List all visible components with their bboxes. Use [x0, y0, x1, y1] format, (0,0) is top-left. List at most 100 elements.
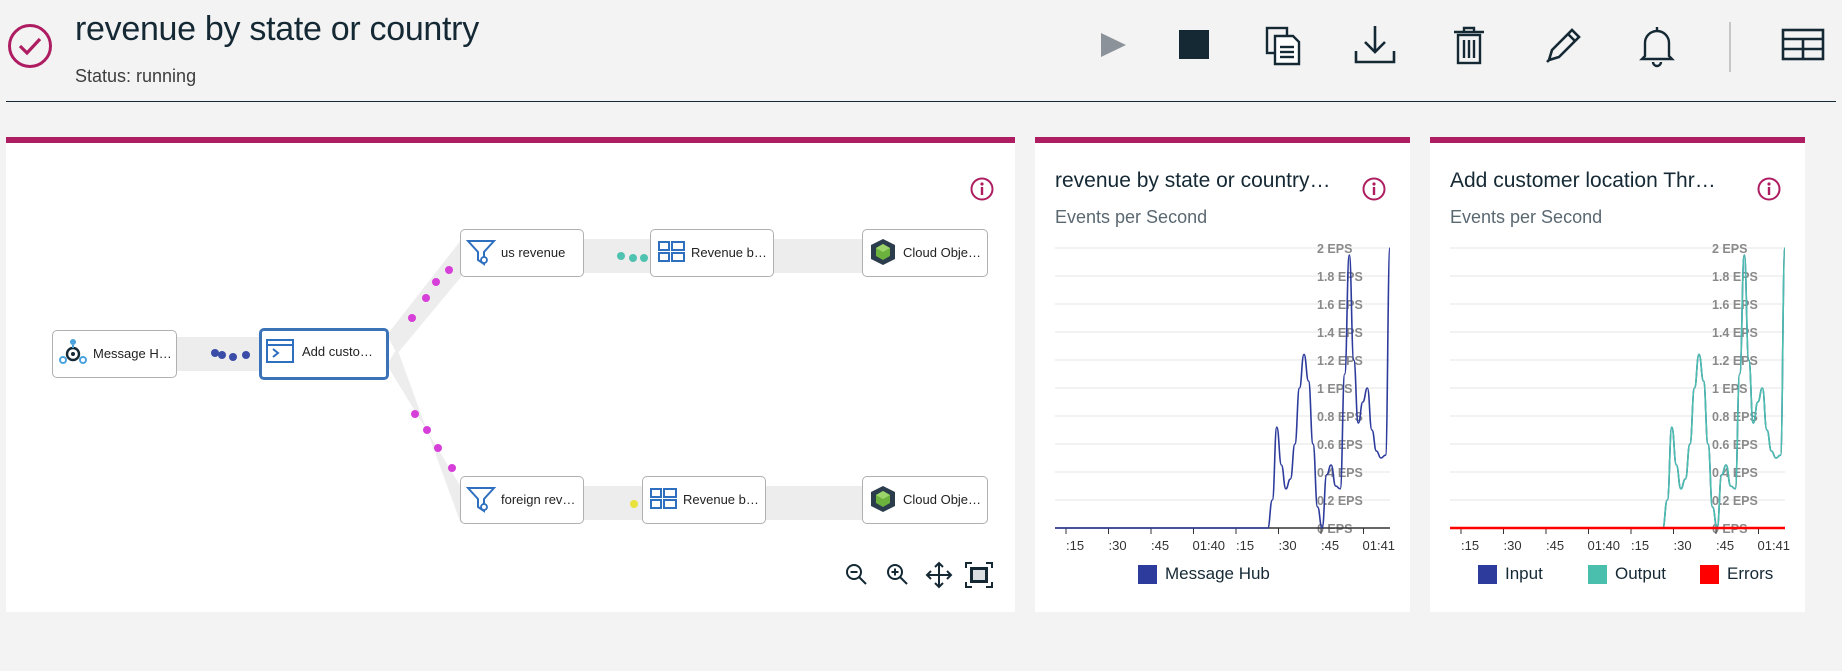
tuple-dot — [640, 254, 648, 262]
y-tick-label: 1.6 EPS — [1712, 298, 1758, 312]
layout-button[interactable] — [1778, 20, 1828, 70]
tuple-dot — [411, 410, 419, 418]
legend-item-input: Input — [1478, 564, 1543, 586]
layout-icon — [1781, 28, 1825, 61]
tuple-dot — [445, 266, 453, 274]
x-tick-label: 01:40 — [1193, 538, 1226, 553]
y-tick-label: 1.8 EPS — [1317, 270, 1363, 284]
fit-screen-icon — [965, 562, 993, 588]
x-tick-label: :15 — [1631, 538, 1649, 553]
tuple-dot — [229, 353, 237, 361]
delete-button[interactable] — [1444, 20, 1494, 70]
node-label: foreign reven… — [501, 492, 579, 507]
copy-button[interactable] — [1257, 20, 1307, 70]
y-tick-label: 0.6 EPS — [1317, 438, 1363, 452]
legend-swatch — [1588, 564, 1607, 584]
x-tick-label: :45 — [1716, 538, 1734, 553]
download-button[interactable] — [1350, 20, 1400, 70]
page-title: revenue by state or country — [75, 10, 479, 48]
tuple-dot — [432, 278, 440, 286]
y-tick-label: 0.4 EPS — [1317, 466, 1363, 480]
node-revenue-by-2[interactable]: Revenue by … — [642, 476, 766, 524]
edit-button[interactable] — [1538, 20, 1588, 70]
y-tick-label: 0.6 EPS — [1712, 438, 1758, 452]
node-cloud-object-2[interactable]: Cloud Objec… — [862, 476, 988, 524]
node-label: Cloud Objec… — [903, 492, 983, 507]
y-tick-label: 2 EPS — [1317, 242, 1352, 256]
node-revenue-by-1[interactable]: Revenue by … — [650, 229, 774, 277]
node-label: Revenue by … — [683, 492, 761, 507]
play-icon — [1101, 33, 1126, 57]
fit-to-screen-button[interactable] — [964, 560, 994, 590]
chart-panel-add-customer: Add customer location Thr… Events per Se… — [1430, 137, 1805, 612]
cloud-object-storage-icon — [871, 486, 895, 512]
y-tick-label: 1.6 EPS — [1317, 298, 1363, 312]
stop-button[interactable] — [1170, 20, 1220, 70]
zoom-out-icon — [846, 564, 867, 585]
y-tick-label: 0.8 EPS — [1317, 410, 1363, 424]
y-tick-label: 0.8 EPS — [1712, 410, 1758, 424]
events-per-second-chart: 0 EPS0.2 EPS0.4 EPS0.6 EPS0.8 EPS1 EPS1.… — [1055, 242, 1395, 553]
zoom-out-button[interactable] — [842, 560, 872, 590]
connection-addcustomer-foreignrevenue — [387, 348, 461, 524]
y-tick-label: 1.4 EPS — [1317, 326, 1363, 340]
chart-panel-message-hub: revenue by state or country… Events per … — [1035, 137, 1410, 612]
tuple-dot — [617, 252, 625, 260]
node-label: Revenue by … — [691, 245, 769, 260]
x-tick-label: :15 — [1461, 538, 1479, 553]
y-tick-label: 1.2 EPS — [1712, 354, 1758, 368]
node-foreign-revenue[interactable]: foreign reven… — [460, 476, 584, 524]
running-status-icon — [8, 24, 52, 68]
cloud-object-storage-icon — [871, 239, 895, 265]
pan-button[interactable] — [924, 560, 954, 590]
x-tick-label: 01:40 — [1588, 538, 1621, 553]
toolbar-separator — [1729, 22, 1731, 72]
aggregate-icon — [658, 241, 685, 262]
chart-legend: Message Hub — [1035, 564, 1410, 588]
y-tick-label: 1 EPS — [1712, 382, 1747, 396]
flow-graph-panel: Message Hub Add custom… us revenue Reven… — [6, 137, 1015, 612]
legend-label: Output — [1615, 564, 1667, 583]
aggregate-icon — [650, 488, 677, 509]
legend-swatch — [1138, 564, 1157, 584]
header: revenue by state or country Status: runn… — [0, 0, 1842, 103]
node-message-hub[interactable]: Message Hub — [52, 330, 177, 378]
tuple-dot — [408, 314, 416, 322]
tuple-dot — [448, 464, 456, 472]
code-icon — [266, 339, 294, 363]
legend-item-message-hub: Message Hub — [1138, 564, 1270, 586]
legend-label: Message Hub — [1165, 564, 1270, 583]
node-cloud-object-1[interactable]: Cloud Objec… — [862, 229, 988, 277]
node-label: us revenue — [501, 245, 566, 260]
play-button[interactable] — [1087, 20, 1137, 70]
y-tick-label: 1.4 EPS — [1712, 326, 1758, 340]
node-label: Cloud Objec… — [903, 245, 983, 260]
legend-item-output: Output — [1588, 564, 1666, 586]
node-label: Message Hub — [93, 346, 172, 361]
notifications-button[interactable] — [1632, 20, 1682, 70]
y-tick-label: 0 EPS — [1317, 522, 1352, 536]
y-tick-label: 1.2 EPS — [1317, 354, 1363, 368]
legend-swatch — [1478, 564, 1497, 584]
x-tick-label: :30 — [1279, 538, 1297, 553]
legend-label: Input — [1505, 564, 1543, 583]
bell-icon — [1639, 27, 1675, 68]
pencil-icon — [1546, 28, 1581, 63]
connection-revenueby2-cloud2 — [764, 486, 864, 520]
tuple-dot — [629, 254, 637, 262]
stop-icon — [1179, 30, 1209, 59]
legend-item-errors: Errors — [1700, 564, 1773, 586]
trash-icon — [1454, 26, 1484, 65]
node-label: Add custom… — [302, 344, 382, 359]
filter-icon — [466, 487, 496, 513]
node-us-revenue[interactable]: us revenue — [460, 229, 584, 277]
header-divider — [6, 101, 1836, 102]
tuple-dot — [211, 349, 219, 357]
node-add-customer[interactable]: Add custom… — [259, 328, 389, 380]
legend-label: Errors — [1727, 564, 1774, 583]
zoom-in-button[interactable] — [883, 560, 913, 590]
flow-connections — [175, 239, 864, 524]
copy-icon — [1265, 26, 1301, 66]
tuple-dot — [218, 351, 226, 359]
x-tick-label: :30 — [1674, 538, 1692, 553]
